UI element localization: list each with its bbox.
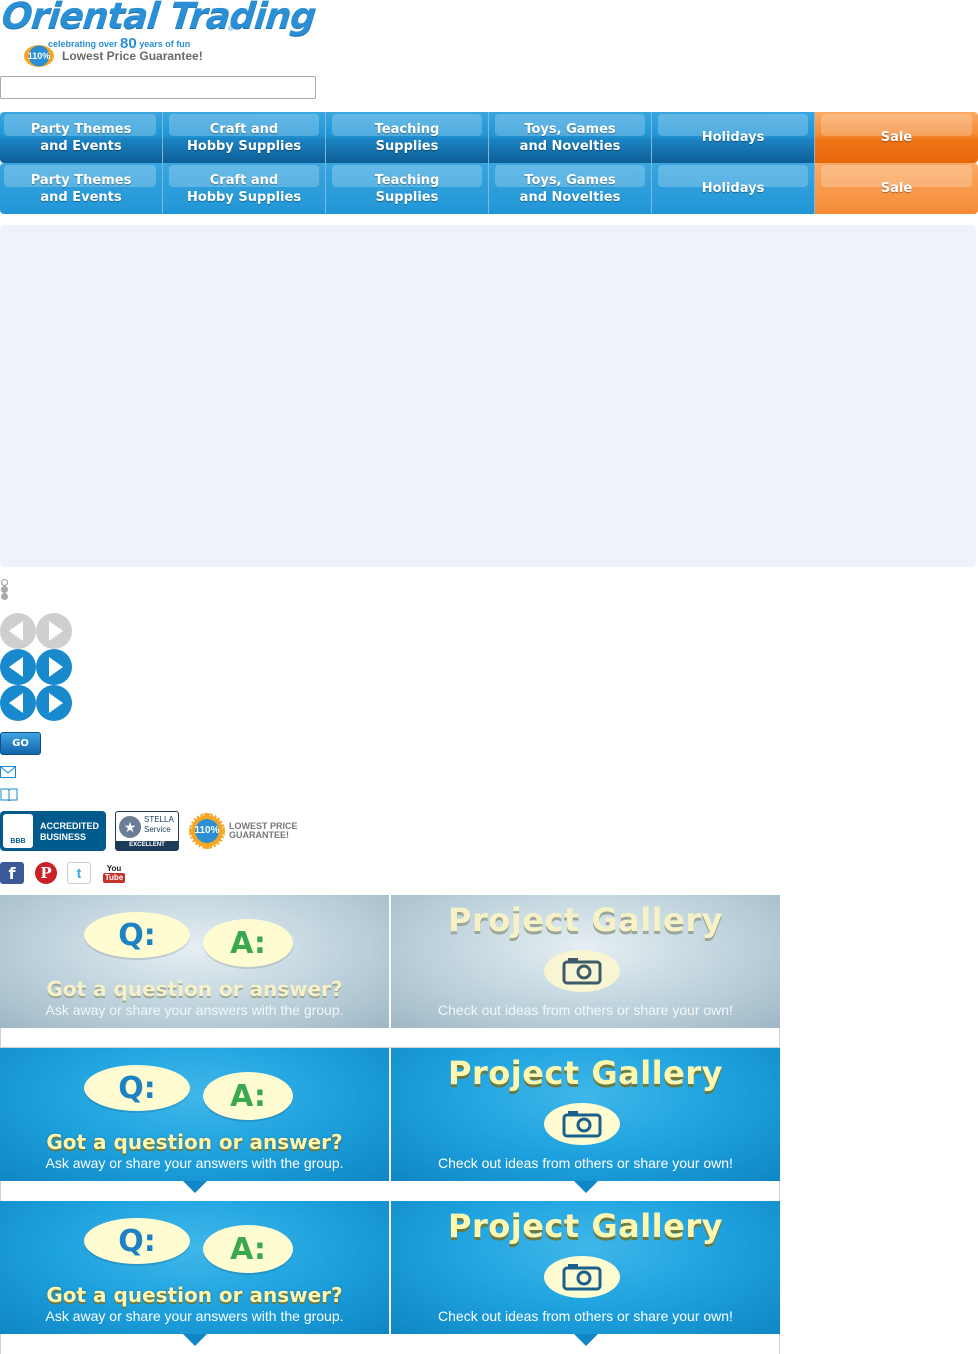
youtube-icon[interactable]: You Tube: [101, 862, 127, 884]
gallery-title: Project Gallery: [448, 1054, 723, 1092]
qa-subtext: Ask away or share your answers with the …: [45, 1155, 344, 1171]
qa-headline: Got a question or answer?: [46, 977, 343, 1001]
carousel-dot[interactable]: [1, 593, 8, 600]
prev-arrow-disabled-icon: [0, 613, 36, 649]
divider: [0, 1028, 1, 1048]
camera-icon: [544, 950, 620, 992]
stella-badge-text: STELLA Service: [144, 815, 174, 834]
a-bubble-icon: A:: [203, 1072, 293, 1120]
nav-sale[interactable]: Sale: [815, 112, 978, 163]
q-bubble-icon: Q:: [84, 1218, 190, 1264]
guarantee-seal-icon: 110%: [189, 813, 225, 849]
nav-holidays-hover[interactable]: Holidays: [652, 163, 815, 214]
nav-craft-hobby-hover[interactable]: Craft and Hobby Supplies: [163, 163, 326, 214]
next-arrow-hover-icon[interactable]: [36, 685, 72, 721]
nav-toys-games-hover[interactable]: Toys, Games and Novelties: [489, 163, 652, 214]
stella-service-badge[interactable]: ★ STELLA Service EXCELLENT: [115, 811, 179, 851]
lowest-price-badge[interactable]: 110% LOWEST PRICE GUARANTEE!: [189, 812, 299, 850]
camera-icon: [544, 1103, 620, 1145]
lowest-price-guarantee-text: Lowest Price Guarantee!: [62, 49, 203, 63]
carousel-dot-active[interactable]: [1, 579, 8, 586]
oriental-trading-logo[interactable]: Oriental Trading ® celebrating over 80 y…: [0, 0, 317, 68]
registered-mark: ®: [228, 26, 234, 33]
go-button[interactable]: GO: [0, 732, 41, 755]
camera-icon: [544, 1256, 620, 1298]
divider: [0, 1334, 1, 1354]
logo-wordmark: Oriental Trading: [0, 0, 318, 37]
main-nav-hover: Party Themes and Events Craft and Hobby …: [0, 163, 978, 214]
gallery-title: Project Gallery: [448, 1207, 723, 1245]
next-arrow-icon[interactable]: [36, 649, 72, 685]
caret-down-icon: [182, 1334, 207, 1346]
prev-arrow-icon[interactable]: [0, 649, 36, 685]
hero-banner[interactable]: [0, 225, 976, 567]
divider: [0, 1181, 1, 1201]
facebook-icon[interactable]: f: [0, 862, 24, 884]
qa-headline: Got a question or answer?: [46, 1283, 343, 1307]
pinterest-icon[interactable]: P: [34, 862, 58, 884]
a-bubble-icon: A:: [203, 1225, 293, 1273]
carousel-dot[interactable]: [1, 586, 8, 593]
star-icon: ★: [119, 816, 141, 838]
bbb-accredited-badge[interactable]: BBB ACCREDITED BUSINESS: [0, 811, 106, 851]
qa-subtext: Ask away or share your answers with the …: [45, 1002, 344, 1018]
qa-headline: Got a question or answer?: [46, 1130, 343, 1154]
bbb-badge-text: ACCREDITED BUSINESS: [40, 821, 100, 842]
nav-holidays[interactable]: Holidays: [652, 112, 815, 163]
q-bubble-icon: Q:: [84, 1065, 190, 1111]
book-icon[interactable]: [0, 788, 18, 801]
nav-party-themes-hover[interactable]: Party Themes and Events: [0, 163, 163, 214]
qa-panel-hover[interactable]: Q: A: Got a question or answer? Ask away…: [0, 1201, 389, 1346]
lowest-price-badge-text: LOWEST PRICE GUARANTEE!: [229, 821, 298, 840]
q-bubble-icon: Q:: [84, 912, 190, 958]
nav-party-themes[interactable]: Party Themes and Events: [0, 112, 163, 163]
community-panels-active: Q: A: Got a question or answer? Ask away…: [0, 1048, 780, 1193]
a-bubble-icon: A:: [203, 919, 293, 967]
project-gallery-panel-hover[interactable]: Project Gallery Check out ideas from oth…: [391, 1201, 780, 1346]
qa-panel-active[interactable]: Q: A: Got a question or answer? Ask away…: [0, 1048, 389, 1193]
guarantee-badge-icon: 110%: [24, 45, 54, 67]
search-input[interactable]: [0, 76, 316, 99]
nav-teaching-supplies[interactable]: Teaching Supplies: [326, 112, 489, 163]
bbb-seal-icon: BBB: [3, 814, 33, 848]
nav-teaching-supplies-hover[interactable]: Teaching Supplies: [326, 163, 489, 214]
nav-sale-hover[interactable]: Sale: [815, 163, 978, 214]
project-gallery-panel[interactable]: Project Gallery Check out ideas from oth…: [391, 895, 780, 1028]
main-nav: Party Themes and Events Craft and Hobby …: [0, 112, 978, 163]
caret-down-icon: [573, 1181, 598, 1193]
stella-rating: EXCELLENT: [116, 841, 178, 850]
qa-subtext: Ask away or share your answers with the …: [45, 1308, 344, 1324]
mail-icon[interactable]: [0, 766, 16, 778]
caret-down-icon: [573, 1334, 598, 1346]
divider: [779, 1334, 780, 1354]
gallery-subtext: Check out ideas from others or share you…: [438, 1155, 733, 1171]
twitter-icon[interactable]: t: [67, 862, 91, 884]
gallery-subtext: Check out ideas from others or share you…: [438, 1308, 733, 1324]
prev-arrow-hover-icon[interactable]: [0, 685, 36, 721]
gallery-title: Project Gallery: [448, 901, 723, 939]
divider: [779, 1028, 780, 1048]
community-panels-muted: Q: A: Got a question or answer? Ask away…: [0, 895, 780, 1028]
divider: [779, 1181, 780, 1201]
gallery-subtext: Check out ideas from others or share you…: [438, 1002, 733, 1018]
nav-craft-hobby[interactable]: Craft and Hobby Supplies: [163, 112, 326, 163]
qa-panel[interactable]: Q: A: Got a question or answer? Ask away…: [0, 895, 389, 1028]
next-arrow-disabled-icon: [36, 613, 72, 649]
nav-toys-games[interactable]: Toys, Games and Novelties: [489, 112, 652, 163]
project-gallery-panel-active[interactable]: Project Gallery Check out ideas from oth…: [391, 1048, 780, 1193]
caret-down-icon: [182, 1181, 207, 1193]
community-panels-hover: Q: A: Got a question or answer? Ask away…: [0, 1201, 780, 1346]
